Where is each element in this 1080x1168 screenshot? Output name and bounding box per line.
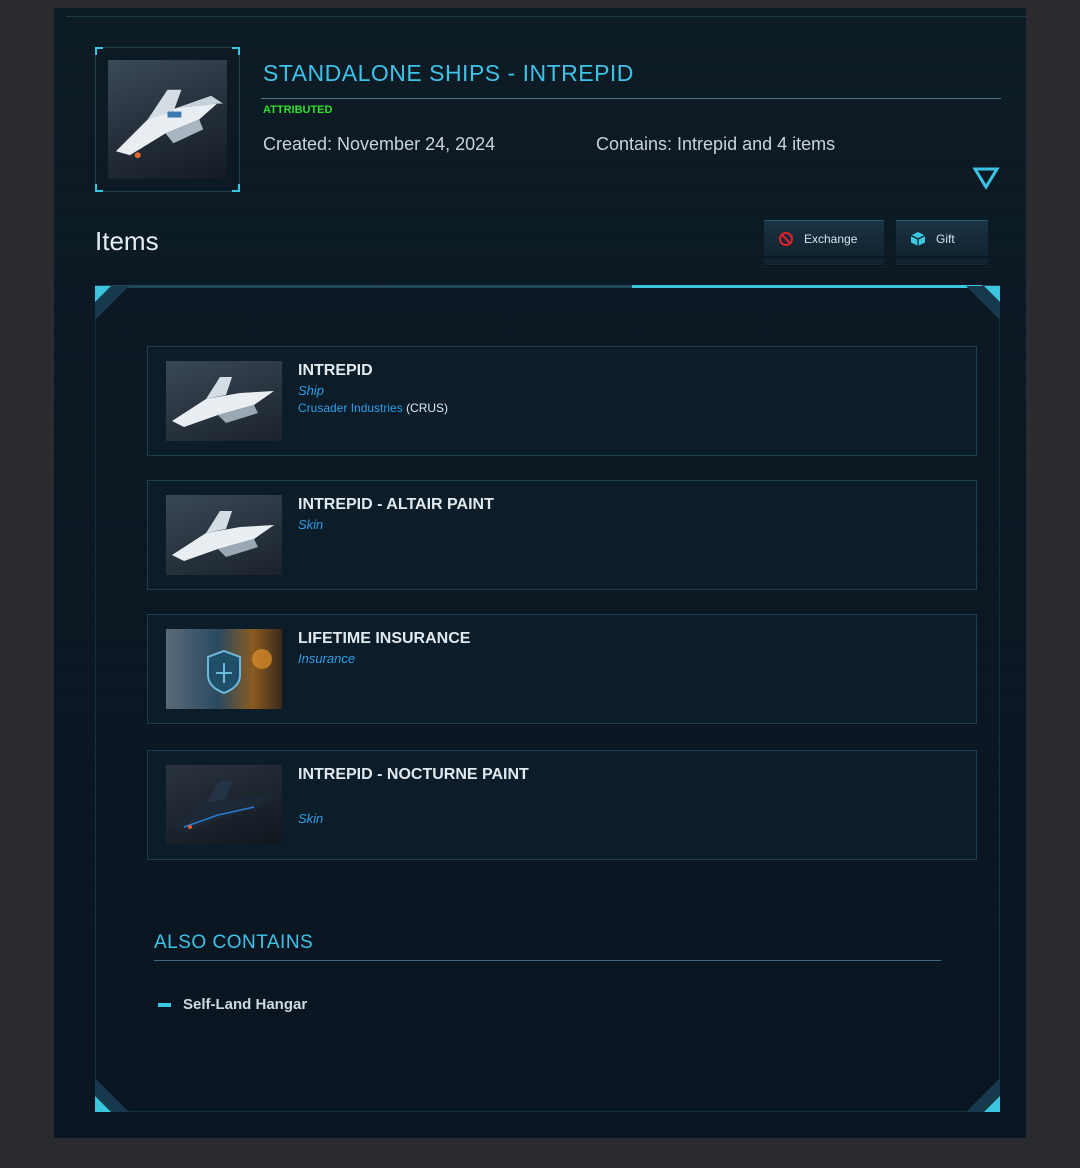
panel-top-border bbox=[66, 16, 1026, 17]
status-badge: ATTRIBUTED bbox=[263, 104, 333, 116]
pledge-thumbnail bbox=[95, 47, 240, 192]
corner-ornament-top-left bbox=[95, 286, 129, 320]
list-item: INTREPID - ALTAIR PAINT Skin bbox=[147, 480, 977, 590]
contains-summary: Contains: Intrepid and 4 items bbox=[596, 134, 836, 154]
item-name: INTREPID - NOCTURNE PAINT bbox=[298, 766, 529, 783]
item-image bbox=[166, 361, 282, 441]
item-image bbox=[166, 765, 282, 845]
manufacturer-name: Crusader Industries bbox=[298, 401, 403, 415]
expand-triangle-icon[interactable] bbox=[972, 166, 1000, 190]
manufacturer-code: (CRUS) bbox=[406, 401, 449, 415]
item-name: LIFETIME INSURANCE bbox=[298, 630, 471, 647]
item-type: Skin bbox=[298, 517, 324, 532]
list-dash-icon bbox=[158, 1002, 171, 1007]
item-image bbox=[166, 495, 282, 575]
gift-icon bbox=[910, 231, 926, 247]
exchange-icon bbox=[778, 231, 794, 247]
pledge-panel: STANDALONE SHIPS - INTREPID ATTRIBUTED C… bbox=[54, 8, 1026, 1138]
also-contains-divider bbox=[154, 960, 941, 961]
exchange-label: Exchange bbox=[804, 231, 858, 246]
created-date: Created: November 24, 2024 bbox=[263, 134, 496, 154]
also-contains-heading: ALSO CONTAINS bbox=[154, 932, 314, 953]
exchange-button[interactable]: Exchange bbox=[764, 220, 884, 265]
corner-ornament-bottom-left bbox=[95, 1078, 129, 1112]
list-item: INTREPID - NOCTURNE PAINT Skin bbox=[147, 750, 977, 860]
item-image bbox=[166, 629, 282, 709]
gift-button[interactable]: Gift bbox=[896, 220, 988, 265]
corner-ornament-top-right bbox=[966, 286, 1000, 320]
ship-image bbox=[108, 60, 227, 179]
corner-ornament-bottom-right bbox=[966, 1078, 1000, 1112]
item-type: Skin bbox=[298, 811, 324, 826]
item-manufacturer: Crusader Industries (CRUS) bbox=[298, 401, 448, 415]
list-item: INTREPID Ship Crusader Industries (CRUS) bbox=[147, 346, 977, 456]
item-type: Ship bbox=[298, 383, 325, 398]
also-contains-label: Self-Land Hangar bbox=[183, 996, 308, 1013]
item-type: Insurance bbox=[298, 651, 356, 666]
also-contains-item: Self-Land Hangar bbox=[158, 996, 307, 1013]
list-item: LIFETIME INSURANCE Insurance bbox=[147, 614, 977, 724]
title-divider bbox=[261, 98, 1001, 99]
item-name: INTREPID - ALTAIR PAINT bbox=[298, 496, 494, 513]
item-name: INTREPID bbox=[298, 362, 373, 379]
gift-label: Gift bbox=[936, 231, 955, 246]
pledge-title: STANDALONE SHIPS - INTREPID bbox=[263, 60, 634, 86]
items-heading: Items bbox=[95, 226, 159, 256]
